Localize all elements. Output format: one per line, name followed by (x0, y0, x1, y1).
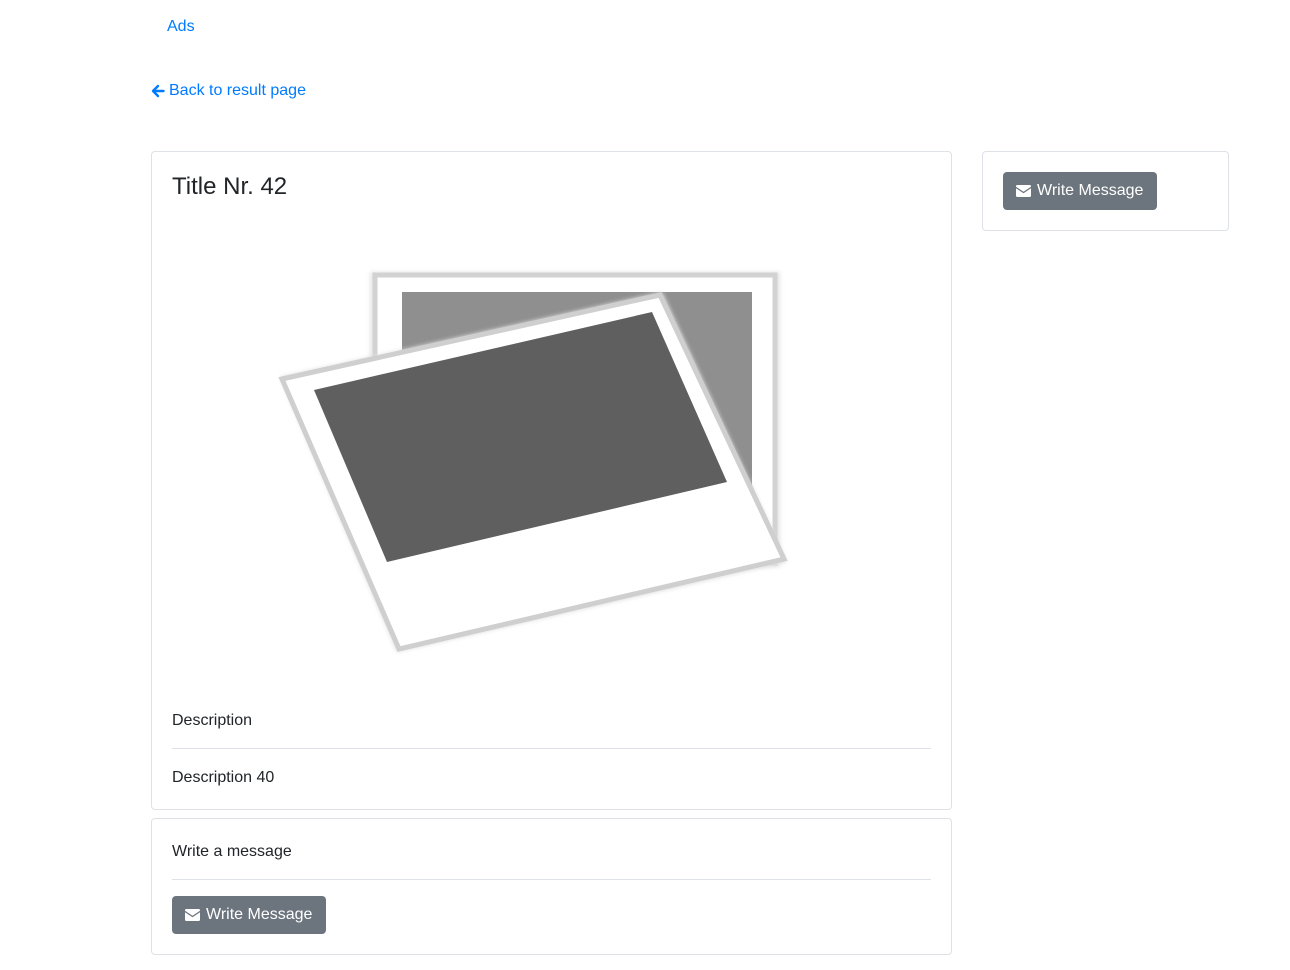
ad-image (232, 257, 812, 697)
write-message-button-label: Write Message (206, 906, 313, 923)
ad-detail-card: Title Nr. 42 Description Description 40 (151, 151, 952, 810)
nav-ads-link[interactable]: Ads (167, 17, 195, 37)
description-label: Description (172, 712, 253, 729)
back-link-label: Back to result page (169, 82, 306, 99)
write-message-card: Write a message Write Message (151, 818, 952, 955)
image-placeholder-icon (278, 272, 788, 652)
back-to-results-link[interactable]: Back to result page (151, 81, 306, 101)
write-message-heading: Write a message (172, 843, 292, 860)
description-value: Description 40 (172, 769, 275, 786)
arrow-left-icon (151, 84, 165, 98)
ad-title: Title Nr. 42 (172, 173, 288, 200)
envelope-icon (185, 909, 200, 921)
write-message-button[interactable]: Write Message (172, 896, 326, 934)
sidebar-write-message-label: Write Message (1037, 182, 1144, 199)
envelope-icon (1016, 185, 1031, 197)
message-divider (172, 879, 931, 880)
sidebar-write-message-button[interactable]: Write Message (1003, 172, 1157, 210)
sidebar-card: Write Message (982, 151, 1229, 231)
description-divider (172, 748, 931, 749)
